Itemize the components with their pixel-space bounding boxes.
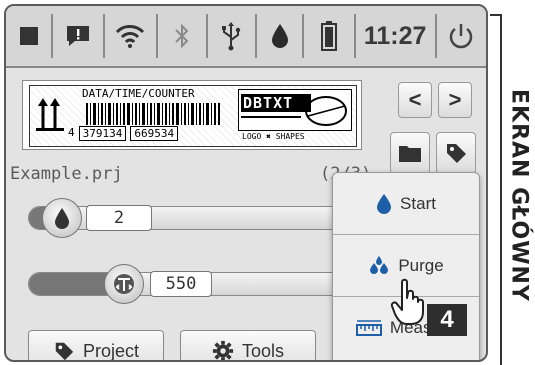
ink-drop-icon bbox=[377, 193, 392, 214]
menu-item-start-label: Start bbox=[400, 193, 436, 213]
barcode-digit-lead: 4 bbox=[68, 126, 75, 139]
preview-header-text: DATA/TIME/COUNTER bbox=[82, 87, 195, 100]
logo-text: DBTXT bbox=[243, 94, 294, 112]
ink-value-field[interactable]: 2 bbox=[86, 205, 152, 231]
label-preview[interactable]: DATA/TIME/COUNTER 4 379134 669534 DBTXT bbox=[22, 80, 362, 150]
project-button[interactable]: Project bbox=[28, 330, 164, 361]
edit-project-button[interactable] bbox=[436, 132, 476, 174]
preview-frame: DATA/TIME/COUNTER 4 379134 669534 DBTXT bbox=[29, 85, 357, 147]
status-bar: 11:27 bbox=[6, 6, 486, 68]
ink-drop-icon bbox=[55, 208, 69, 229]
next-label: > bbox=[448, 87, 462, 112]
usb-icon[interactable] bbox=[208, 14, 257, 58]
battery-icon[interactable] bbox=[304, 14, 356, 58]
tools-button-label: Tools bbox=[241, 340, 285, 361]
tag-icon bbox=[55, 342, 74, 360]
folder-icon bbox=[399, 146, 421, 162]
pressure-slider-knob[interactable] bbox=[104, 264, 144, 304]
barcode-icon bbox=[86, 103, 220, 125]
ellipse-shape-icon bbox=[305, 96, 347, 126]
logo-shapes-caption: LOGO ✖ SHAPES bbox=[242, 132, 305, 141]
barcode-digits-left: 379134 bbox=[78, 126, 127, 141]
ruler-icon bbox=[355, 320, 382, 336]
ink-value: 2 bbox=[113, 208, 125, 228]
ink-drop-icon[interactable] bbox=[257, 14, 305, 58]
bluetooth-icon[interactable] bbox=[158, 14, 208, 58]
pressure-value: 550 bbox=[165, 274, 197, 294]
clock: 11:27 bbox=[356, 14, 437, 58]
message-icon[interactable] bbox=[53, 14, 105, 58]
tools-button[interactable]: Tools bbox=[180, 330, 316, 361]
barcode-numbers: 4 379134 669534 bbox=[68, 126, 179, 141]
hand-pointer-icon bbox=[390, 278, 424, 325]
side-label: EKRAN GŁÓWNY bbox=[505, 70, 533, 320]
clock-time: 11:27 bbox=[363, 21, 427, 50]
callout-number: 4 bbox=[440, 306, 454, 333]
side-label-text: EKRAN GŁÓWNY bbox=[506, 88, 532, 302]
prev-page-button[interactable]: < bbox=[398, 82, 432, 118]
device-screen: 11:27 DATA/TIME/COUNTER 4 379134 669534 … bbox=[4, 4, 488, 362]
droplets-icon bbox=[370, 255, 389, 274]
callout-badge: 4 bbox=[427, 304, 467, 336]
menu-item-purge-label: Purge bbox=[398, 255, 444, 275]
side-bracket bbox=[490, 14, 502, 365]
project-file-name: Example.prj bbox=[10, 164, 123, 184]
stop-icon[interactable] bbox=[6, 14, 54, 58]
pressure-value-field[interactable]: 550 bbox=[150, 271, 212, 297]
pressure-icon bbox=[114, 274, 134, 294]
tag-icon bbox=[447, 144, 466, 163]
power-icon[interactable] bbox=[437, 14, 486, 58]
prev-label: < bbox=[408, 87, 422, 112]
project-button-label: Project bbox=[82, 340, 140, 361]
next-page-button[interactable]: > bbox=[438, 82, 472, 118]
open-folder-button[interactable] bbox=[390, 132, 430, 174]
gear-icon bbox=[212, 340, 234, 360]
menu-item-start[interactable]: Start bbox=[333, 173, 479, 235]
barcode-digits-right: 669534 bbox=[130, 126, 179, 141]
logo-box: DBTXT bbox=[238, 89, 352, 131]
wifi-icon[interactable] bbox=[105, 14, 159, 58]
ink-slider-knob[interactable] bbox=[42, 198, 82, 238]
up-arrows-icon bbox=[36, 98, 64, 131]
